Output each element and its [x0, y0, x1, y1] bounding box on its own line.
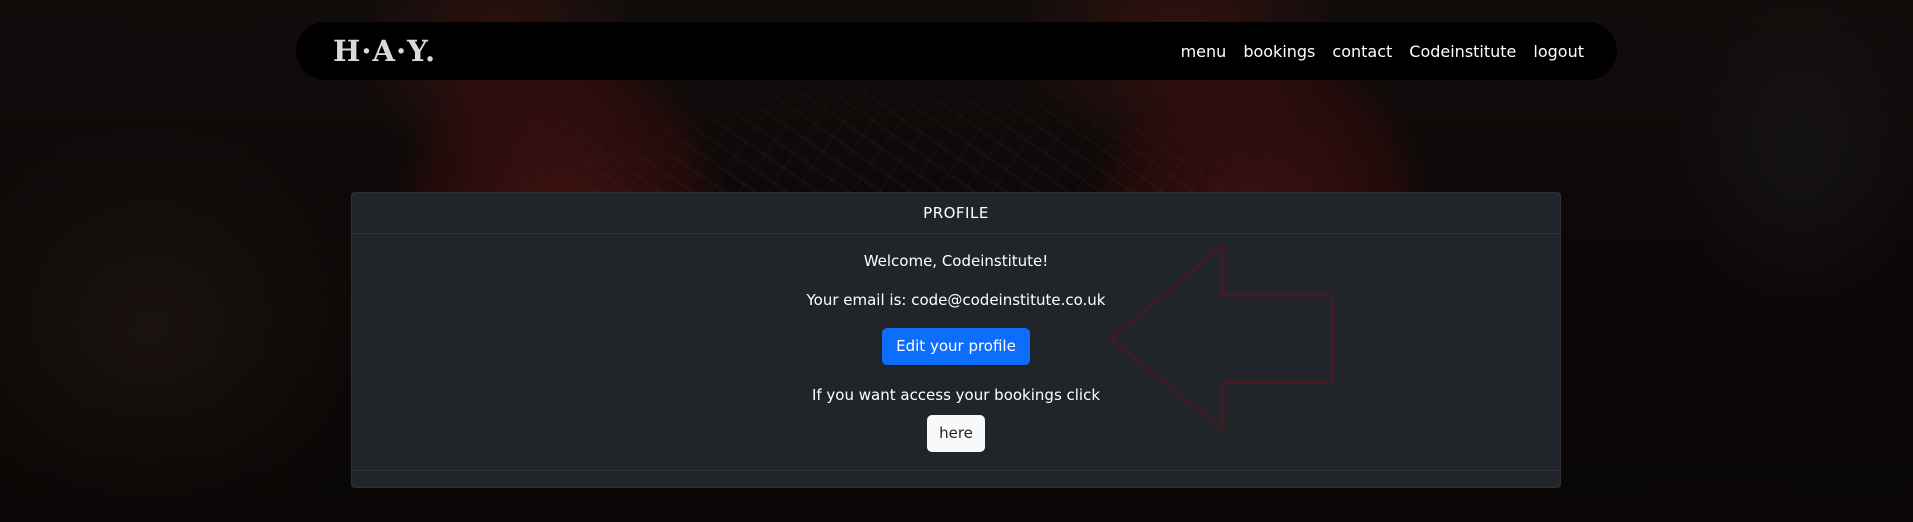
brand-logo[interactable]: H·A·Y.: [333, 34, 436, 68]
bookings-here-button[interactable]: here: [927, 415, 985, 452]
navbar: H·A·Y. menu bookings contact Codeinstitu…: [296, 22, 1617, 80]
profile-card: PROFILE Welcome, Codeinstitute! Your ema…: [351, 192, 1561, 488]
nav-link-menu[interactable]: menu: [1181, 42, 1227, 61]
card-header: PROFILE: [352, 193, 1560, 234]
edit-profile-button[interactable]: Edit your profile: [882, 328, 1030, 365]
email-text: Your email is: code@codeinstitute.co.uk: [806, 291, 1106, 309]
nav-links: menu bookings contact Codeinstitute logo…: [1181, 42, 1584, 61]
card-body: Welcome, Codeinstitute! Your email is: c…: [352, 234, 1560, 452]
nav-link-profile[interactable]: Codeinstitute: [1409, 42, 1516, 61]
nav-link-contact[interactable]: contact: [1332, 42, 1392, 61]
bookings-prompt-text: If you want access your bookings click: [811, 386, 1101, 404]
left-arrow-icon: [1109, 244, 1333, 431]
card-footer: [352, 470, 1560, 471]
nav-link-bookings[interactable]: bookings: [1243, 42, 1315, 61]
welcome-text: Welcome, Codeinstitute!: [863, 252, 1049, 270]
nav-link-logout[interactable]: logout: [1533, 42, 1584, 61]
